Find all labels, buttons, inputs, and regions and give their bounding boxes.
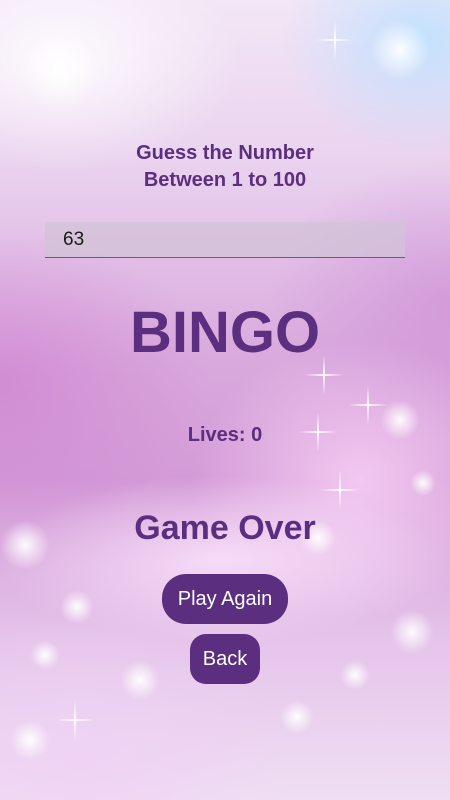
play-again-button[interactable]: Play Again [162,574,288,624]
guess-input[interactable] [45,222,405,257]
game-screen: Guess the Number Between 1 to 100 BINGO … [0,0,450,800]
back-button[interactable]: Back [190,634,260,684]
instruction-line-1: Guess the Number [136,142,314,164]
instruction-text: Guess the Number Between 1 to 100 [0,140,450,194]
guess-input-container [45,222,405,258]
result-text: BINGO [129,300,321,365]
lives-counter: Lives: 0 [187,424,263,446]
instruction-line-2: Between 1 to 100 [143,169,307,191]
game-over-text: Game Over [134,509,316,547]
